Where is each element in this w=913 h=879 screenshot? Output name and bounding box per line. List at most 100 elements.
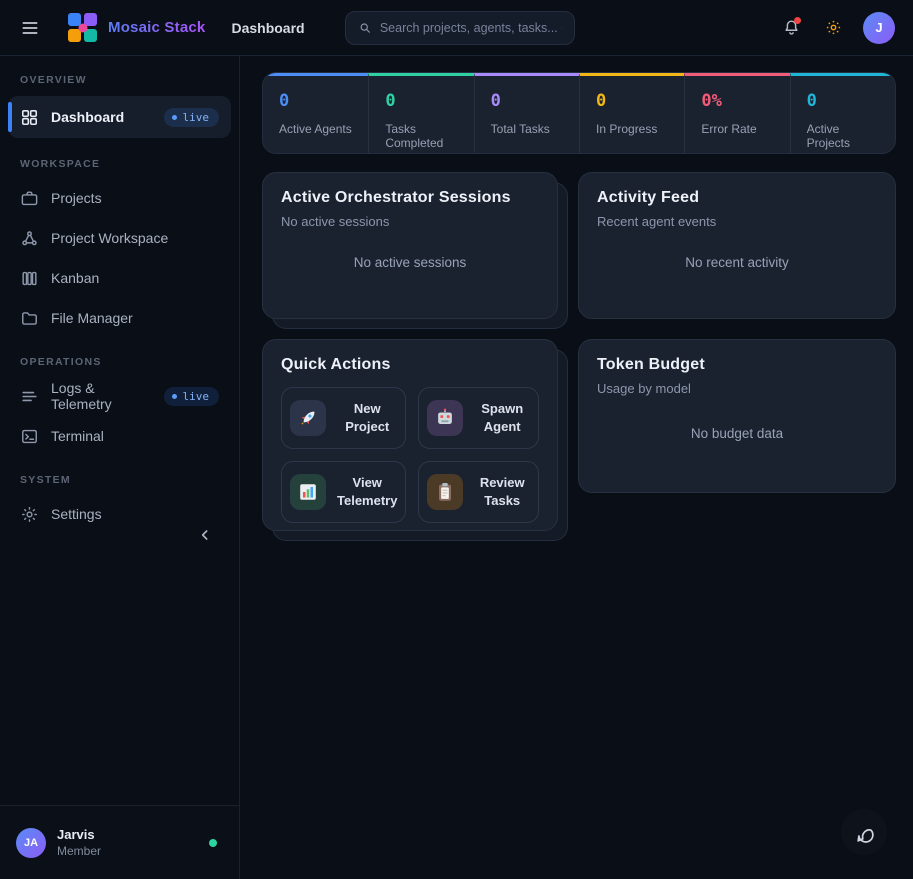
app-logo <box>68 13 98 43</box>
stat-in-progress: 0 In Progress <box>579 73 684 153</box>
activity-feed-card: Activity Feed Recent agent events No rec… <box>578 172 896 319</box>
sidebar-item-label: Kanban <box>51 270 99 286</box>
sidebar-item-projects[interactable]: Projects <box>8 179 231 217</box>
stat-value: 0 <box>807 93 879 110</box>
gear-icon <box>20 505 39 524</box>
live-badge-label: live <box>183 111 210 124</box>
section-label-operations: OPERATIONS <box>0 338 239 376</box>
clipboard-icon <box>434 481 456 503</box>
stat-value: 0 <box>385 93 457 110</box>
main-content: 0 Active Agents 0 Tasks Completed 0 Tota… <box>240 56 913 879</box>
user-name: Jarvis <box>57 827 101 842</box>
quick-action-label: View Telemetry <box>337 474 397 509</box>
card-title: Quick Actions <box>281 356 539 374</box>
grid-icon <box>20 108 39 127</box>
review-tasks-button[interactable]: Review Tasks <box>418 461 539 523</box>
active-indicator <box>8 102 12 132</box>
card-title: Token Budget <box>597 356 877 374</box>
sidebar-item-project-workspace[interactable]: Project Workspace <box>8 219 231 257</box>
briefcase-icon <box>20 189 39 208</box>
logo-center-dot <box>79 23 88 32</box>
quick-actions-grid: New Project Spawn Agent <box>281 387 539 523</box>
live-dot <box>172 394 177 399</box>
user-panel[interactable]: JA Jarvis Member <box>0 805 239 879</box>
section-label-workspace: WORKSPACE <box>0 140 239 178</box>
search-input[interactable] <box>380 21 562 35</box>
chat-button[interactable] <box>841 809 887 855</box>
stat-label: Active Agents <box>279 122 352 136</box>
sessions-empty-state: No active sessions <box>281 229 539 302</box>
stat-total-tasks: 0 Total Tasks <box>474 73 579 153</box>
notification-dot <box>794 17 801 24</box>
card-subtitle: No active sessions <box>281 214 539 229</box>
live-badge: live <box>164 108 220 127</box>
section-label-system: SYSTEM <box>0 456 239 494</box>
rocket-icon <box>297 407 319 429</box>
stat-value: 0% <box>701 93 773 110</box>
stat-label: In Progress <box>596 122 668 136</box>
stat-label: Total Tasks <box>491 122 563 136</box>
quick-actions-card: Quick Actions <box>262 339 558 531</box>
clipboard-tile <box>427 474 463 510</box>
online-status-dot <box>209 839 217 847</box>
activity-empty-state: No recent activity <box>597 229 877 302</box>
robot-tile <box>427 400 463 436</box>
brand-name: Mosaic Stack <box>108 19 205 36</box>
global-search[interactable] <box>345 11 575 45</box>
search-icon <box>358 20 372 36</box>
sidebar-item-dashboard[interactable]: Dashboard live <box>8 96 231 138</box>
sidebar-item-label: Terminal <box>51 428 104 444</box>
stat-value: 0 <box>279 93 352 110</box>
live-badge: live <box>164 387 220 406</box>
card-title: Active Orchestrator Sessions <box>281 189 539 207</box>
sidebar-item-logs-telemetry[interactable]: Logs & Telemetry live <box>8 377 231 415</box>
live-dot <box>172 115 177 120</box>
user-role: Member <box>57 844 101 858</box>
avatar-initial: J <box>875 20 882 35</box>
live-badge-label: live <box>183 390 210 403</box>
robot-icon <box>434 407 456 429</box>
sidebar-collapse-button[interactable] <box>191 521 219 549</box>
top-header: Mosaic Stack Dashboard J <box>0 0 913 56</box>
user-avatar: JA <box>16 828 46 858</box>
sidebar-item-label: Project Workspace <box>51 230 168 246</box>
sidebar-item-label: Dashboard <box>51 109 124 125</box>
cards-grid: Active Orchestrator Sessions No active s… <box>262 172 896 531</box>
section-label-overview: OVERVIEW <box>0 56 239 94</box>
stat-label: Error Rate <box>701 122 773 136</box>
quick-action-label: Review Tasks <box>474 474 530 509</box>
kanban-icon <box>20 269 39 288</box>
stat-value: 0 <box>596 93 668 110</box>
nodes-icon <box>20 229 39 248</box>
sun-icon <box>824 18 843 37</box>
stat-active-agents: 0 Active Agents <box>263 73 368 153</box>
sidebar-item-file-manager[interactable]: File Manager <box>8 299 231 337</box>
user-avatar-button[interactable]: J <box>863 12 895 44</box>
hamburger-icon <box>20 18 40 38</box>
stats-row: 0 Active Agents 0 Tasks Completed 0 Tota… <box>262 72 896 154</box>
menu-button[interactable] <box>14 12 46 44</box>
sidebar-item-kanban[interactable]: Kanban <box>8 259 231 297</box>
folder-icon <box>20 309 39 328</box>
stat-value: 0 <box>491 93 563 110</box>
chat-bubble-icon <box>852 820 876 844</box>
user-initials: JA <box>24 837 38 849</box>
sidebar-item-label: Projects <box>51 190 102 206</box>
sidebar-item-terminal[interactable]: Terminal <box>8 417 231 455</box>
stat-label: Tasks Completed <box>385 122 457 150</box>
stat-label: Active Projects <box>807 122 879 150</box>
quick-action-label: New Project <box>337 400 397 435</box>
sessions-card: Active Orchestrator Sessions No active s… <box>262 172 558 319</box>
quick-action-label: Spawn Agent <box>474 400 530 435</box>
token-budget-card: Token Budget Usage by model No budget da… <box>578 339 896 493</box>
stat-active-projects: 0 Active Projects <box>790 73 895 153</box>
notifications-button[interactable] <box>775 12 807 44</box>
card-subtitle: Recent agent events <box>597 214 877 229</box>
theme-toggle-button[interactable] <box>817 12 849 44</box>
terminal-icon <box>20 427 39 446</box>
card-subtitle: Usage by model <box>597 381 877 396</box>
bar-chart-tile <box>290 474 326 510</box>
view-telemetry-button[interactable]: View Telemetry <box>281 461 406 523</box>
new-project-button[interactable]: New Project <box>281 387 406 449</box>
spawn-agent-button[interactable]: Spawn Agent <box>418 387 539 449</box>
